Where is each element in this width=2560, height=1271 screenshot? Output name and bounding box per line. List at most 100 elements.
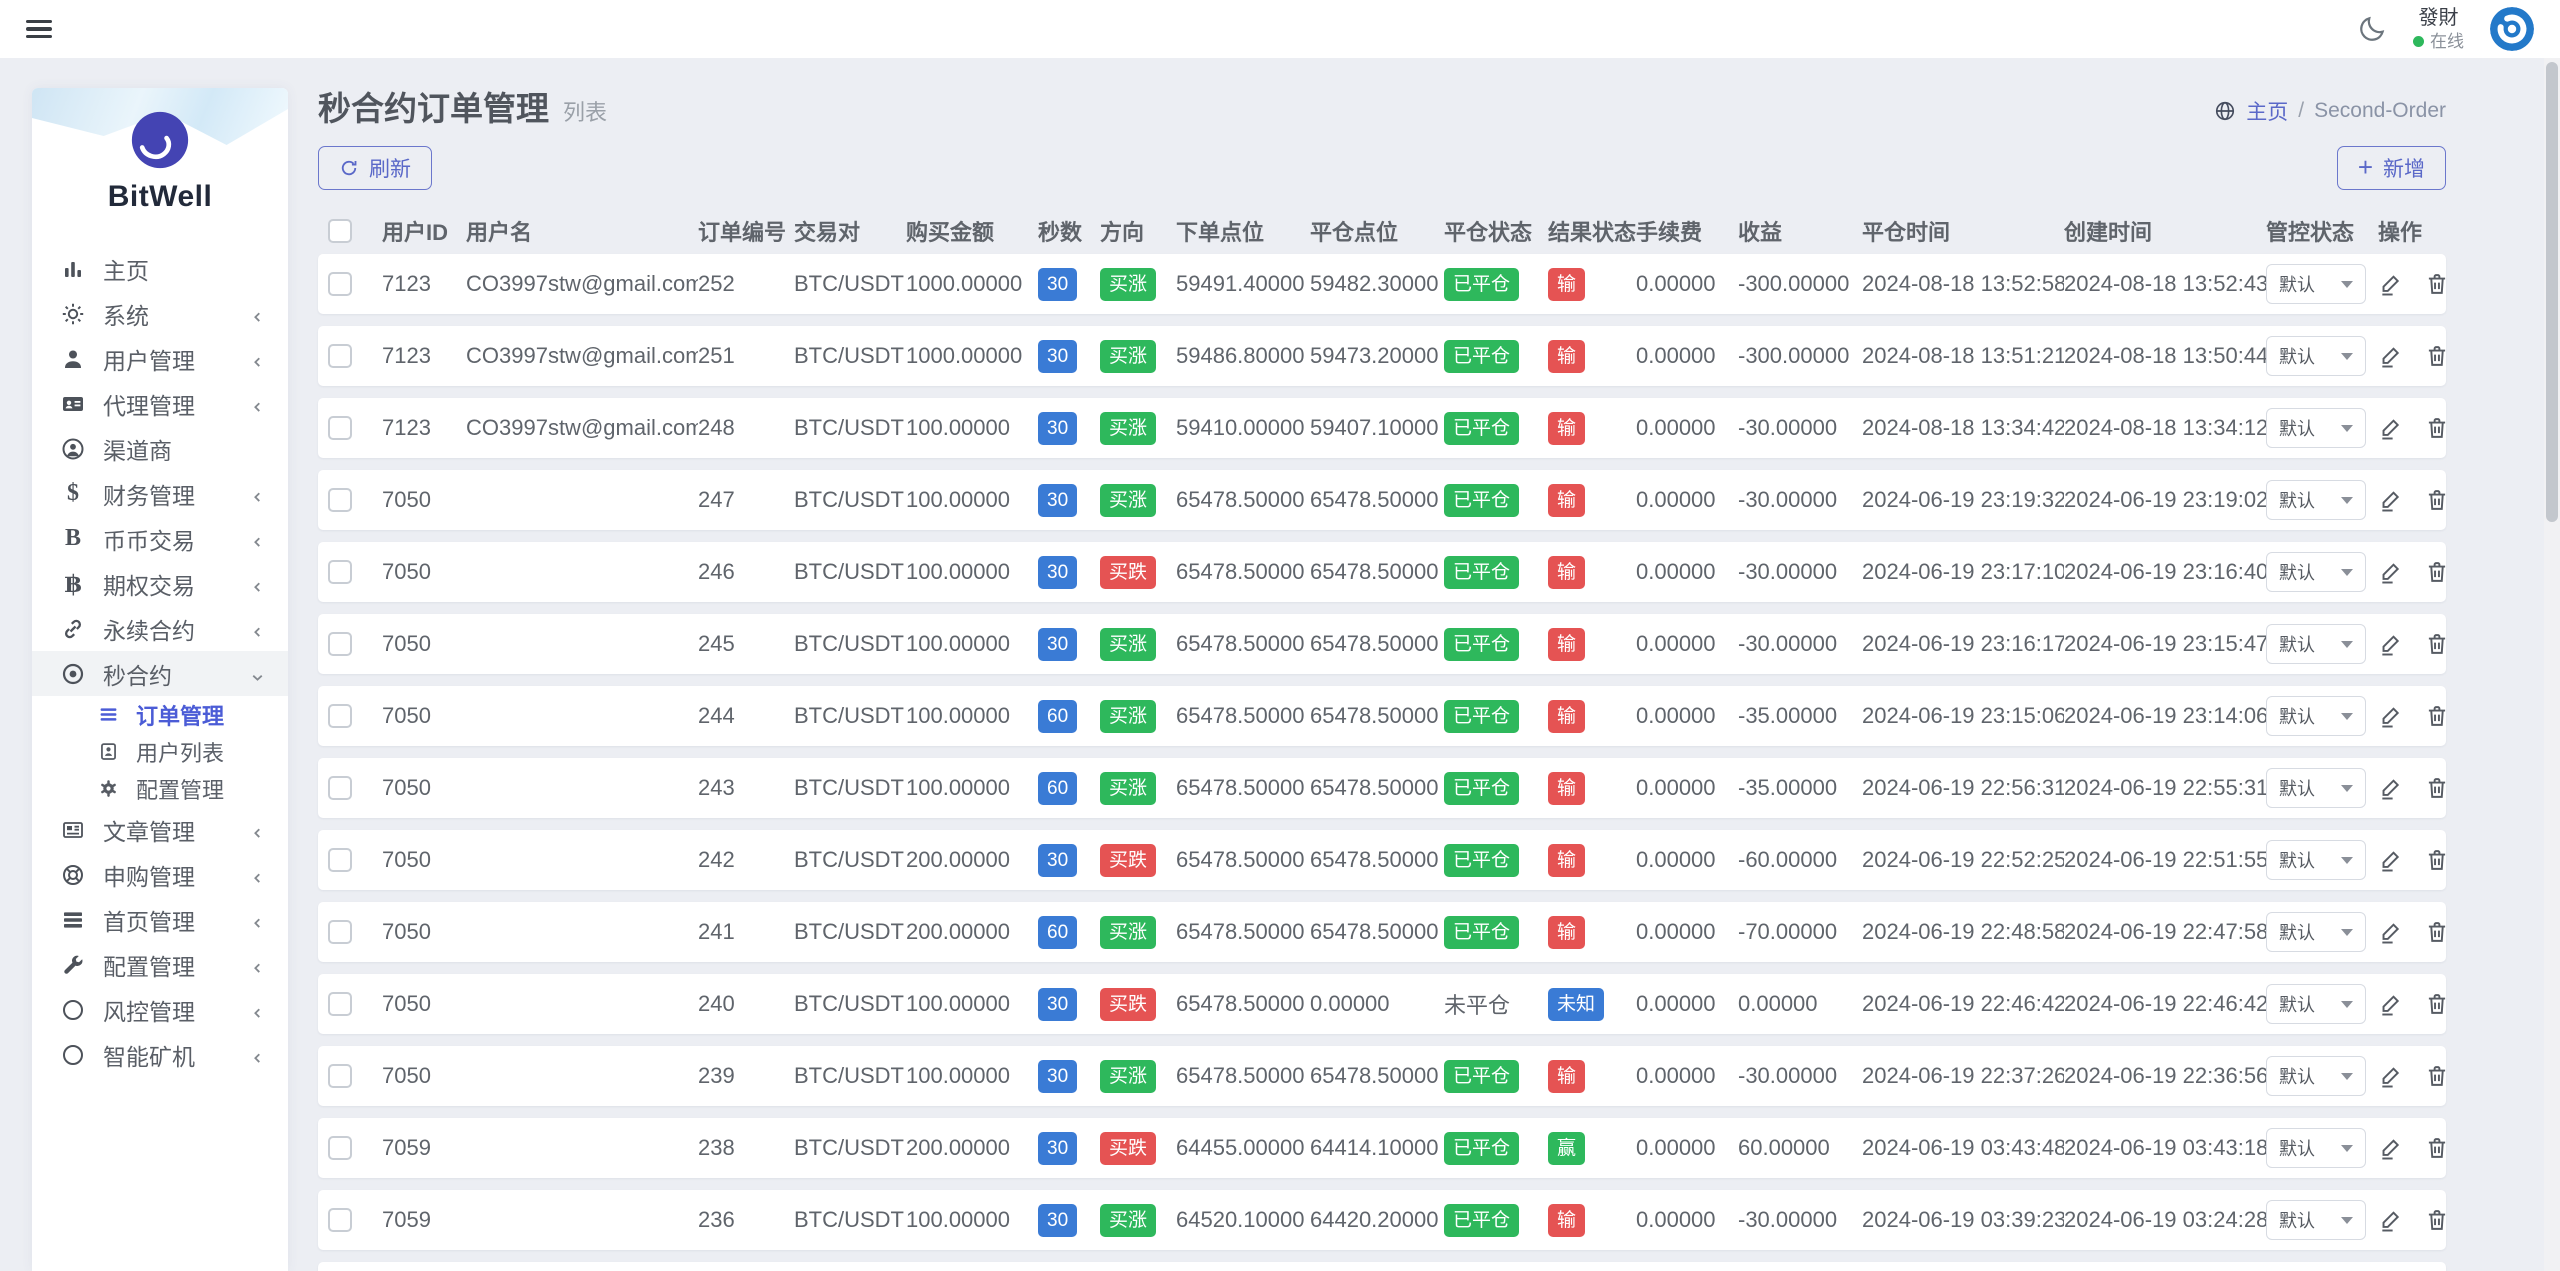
delete-icon[interactable] (2424, 1135, 2450, 1161)
row-checkbox[interactable] (328, 848, 352, 872)
caret-down-icon (2341, 496, 2353, 504)
sidebar-item-13[interactable]: 配置管理 (32, 942, 288, 987)
control-status-select[interactable]: 默认 (2266, 552, 2366, 592)
edit-icon[interactable] (2378, 631, 2404, 657)
control-status-select[interactable]: 默认 (2266, 840, 2366, 880)
sidebar-item-3[interactable]: 代理管理 (32, 381, 288, 426)
row-checkbox[interactable] (328, 1136, 352, 1160)
edit-icon[interactable] (2378, 847, 2404, 873)
sidebar-item-15[interactable]: 智能矿机 (32, 1032, 288, 1077)
cell-close_status: 已平仓 (1444, 339, 1548, 373)
edit-icon[interactable] (2378, 343, 2404, 369)
row-checkbox[interactable] (328, 1064, 352, 1088)
edit-icon[interactable] (2378, 415, 2404, 441)
column-header: 结果状态 (1548, 220, 1636, 245)
cell-actions (2378, 271, 2462, 297)
cell-checkbox (328, 920, 382, 944)
select-all-checkbox[interactable] (328, 219, 352, 243)
sidebar-item-8[interactable]: 永续合约 (32, 606, 288, 651)
edit-icon[interactable] (2378, 1135, 2404, 1161)
breadcrumb: 主页 / Second-Order (2214, 96, 2446, 130)
edit-icon[interactable] (2378, 703, 2404, 729)
sidebar-item-7[interactable]: ฿ 期权交易 (32, 561, 288, 606)
edit-icon[interactable] (2378, 919, 2404, 945)
row-checkbox[interactable] (328, 272, 352, 296)
edit-icon[interactable] (2378, 559, 2404, 585)
control-status-select[interactable]: 默认 (2266, 1200, 2366, 1240)
row-checkbox[interactable] (328, 704, 352, 728)
sidebar-item-10[interactable]: 文章管理 (32, 807, 288, 852)
add-button[interactable]: + 新增 (2336, 146, 2446, 190)
row-checkbox[interactable] (328, 560, 352, 584)
edit-icon[interactable] (2378, 1207, 2404, 1233)
delete-icon[interactable] (2424, 703, 2450, 729)
row-checkbox[interactable] (328, 776, 352, 800)
cell-close_time: 2024-08-18 13:52:58 (1862, 271, 2064, 296)
control-status-select[interactable]: 默认 (2266, 336, 2366, 376)
control-status-select[interactable]: 默认 (2266, 912, 2366, 952)
sidebar-item-1[interactable]: 系统 (32, 291, 288, 336)
close_status-badge: 未平仓 (1444, 993, 1511, 1018)
edit-icon[interactable] (2378, 991, 2404, 1017)
avatar[interactable] (2490, 7, 2534, 51)
delete-icon[interactable] (2424, 991, 2450, 1017)
row-checkbox[interactable] (328, 416, 352, 440)
delete-icon[interactable] (2424, 487, 2450, 513)
dark-mode-toggle[interactable] (2357, 14, 2387, 44)
direction-badge: 买跌 (1100, 843, 1157, 877)
sidebar-item-5[interactable]: $ 财务管理 (32, 471, 288, 516)
cell-open_point: 64520.10000 (1176, 1207, 1305, 1232)
cell-actions (2378, 1063, 2462, 1089)
edit-icon[interactable] (2378, 775, 2404, 801)
breadcrumb-home-link[interactable]: 主页 (2246, 96, 2288, 126)
sidebar-item-14[interactable]: 风控管理 (32, 987, 288, 1032)
delete-icon[interactable] (2424, 1063, 2450, 1089)
sidebar-item-11[interactable]: 申购管理 (32, 852, 288, 897)
delete-icon[interactable] (2424, 775, 2450, 801)
edit-icon[interactable] (2378, 271, 2404, 297)
sidebar-item-4[interactable]: 渠道商 (32, 426, 288, 471)
edit-icon[interactable] (2378, 1063, 2404, 1089)
menu-toggle-button[interactable] (26, 15, 56, 43)
close_status-badge: 已平仓 (1444, 771, 1520, 805)
control-status-select[interactable]: 默认 (2266, 984, 2366, 1024)
control-status-select[interactable]: 默认 (2266, 696, 2366, 736)
row-checkbox[interactable] (328, 488, 352, 512)
row-checkbox[interactable] (328, 344, 352, 368)
submenu-item-9-2[interactable]: 配置管理 (32, 770, 288, 807)
control-status-select[interactable]: 默认 (2266, 408, 2366, 448)
delete-icon[interactable] (2424, 559, 2450, 585)
submenu-item-9-1[interactable]: 用户列表 (32, 733, 288, 770)
sidebar-item-2[interactable]: 用户管理 (32, 336, 288, 381)
row-checkbox[interactable] (328, 992, 352, 1016)
control-status-select[interactable]: 默认 (2266, 1056, 2366, 1096)
sidebar-item-0[interactable]: 主页 (32, 246, 288, 291)
sidebar-item-12[interactable]: 首页管理 (32, 897, 288, 942)
delete-icon[interactable] (2424, 1207, 2450, 1233)
control-status-select[interactable]: 默认 (2266, 264, 2366, 304)
sidebar-item-9[interactable]: 秒合约 (32, 651, 288, 696)
scrollbar-thumb[interactable] (2546, 62, 2558, 522)
cell-checkbox (328, 992, 382, 1016)
edit-icon[interactable] (2378, 487, 2404, 513)
row-checkbox[interactable] (328, 920, 352, 944)
delete-icon[interactable] (2424, 919, 2450, 945)
delete-icon[interactable] (2424, 631, 2450, 657)
sidebar-item-6[interactable]: B 币币交易 (32, 516, 288, 561)
cell-amount: 100.00000 (906, 1207, 1010, 1232)
control-status-select[interactable]: 默认 (2266, 624, 2366, 664)
close_status-badge: 已平仓 (1444, 483, 1520, 517)
submenu-item-9-0[interactable]: 订单管理 (32, 696, 288, 733)
row-checkbox[interactable] (328, 632, 352, 656)
control-status-select[interactable]: 默认 (2266, 768, 2366, 808)
control-status-select[interactable]: 默认 (2266, 480, 2366, 520)
control-status-select[interactable]: 默认 (2266, 1128, 2366, 1168)
delete-icon[interactable] (2424, 847, 2450, 873)
delete-icon[interactable] (2424, 271, 2450, 297)
control-status-value: 默认 (2279, 635, 2315, 655)
refresh-button[interactable]: 刷新 (318, 146, 432, 190)
delete-icon[interactable] (2424, 343, 2450, 369)
row-checkbox[interactable] (328, 1208, 352, 1232)
delete-icon[interactable] (2424, 415, 2450, 441)
user-info[interactable]: 發財 在线 (2413, 6, 2464, 52)
